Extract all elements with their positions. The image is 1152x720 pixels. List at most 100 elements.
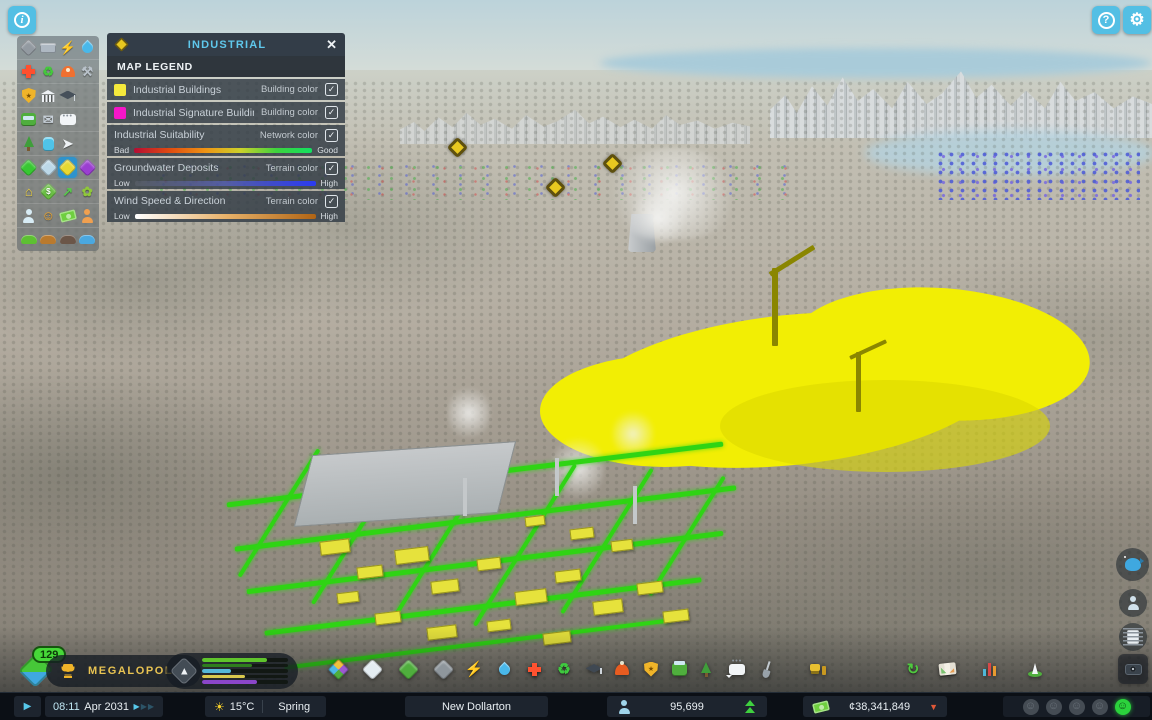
status-bar: ▶ 08:11 Apr 2031 ▶▶▶ ☀ 15°C Spring New D… xyxy=(0,692,1152,720)
oil-resources-infoview[interactable] xyxy=(78,229,97,250)
photo-mode-tool[interactable] xyxy=(1118,654,1148,684)
administration-infoview[interactable] xyxy=(39,85,58,106)
landscaping-tool[interactable] xyxy=(393,654,423,684)
legend-swatch xyxy=(114,84,126,96)
land-value-infoview[interactable]: $ xyxy=(39,181,58,202)
settings-button[interactable]: ⚙ xyxy=(1123,6,1151,34)
money-pill[interactable]: ¢38,341,849 ▼ xyxy=(803,696,947,717)
map-tiles-tool[interactable] xyxy=(932,654,962,684)
followed-citizen-icon xyxy=(1121,591,1145,615)
monuments-tool[interactable] xyxy=(1020,654,1050,684)
happiness-pill[interactable]: ☺ ☺ ☺ ☺ ☺ xyxy=(1003,696,1150,717)
scale-gradient xyxy=(135,214,316,219)
garbage-infoview[interactable]: ♻ xyxy=(39,61,58,82)
greenery-infoview[interactable]: ✿ xyxy=(78,181,97,202)
electricity-tool[interactable]: ⚡ xyxy=(459,654,489,684)
workers-infoview[interactable] xyxy=(78,205,97,226)
legend-checkbox[interactable]: ✓ xyxy=(325,83,338,96)
bulldozer-tool[interactable] xyxy=(803,654,833,684)
city-name: New Dollarton xyxy=(442,701,511,713)
electricity-infoview[interactable]: ⚡ xyxy=(58,37,77,58)
health-tool[interactable] xyxy=(519,654,549,684)
districts-infoview[interactable] xyxy=(39,157,58,178)
legend-item-mode: Building color xyxy=(261,84,318,95)
speed-arrow[interactable]: ▶ xyxy=(141,702,148,711)
legend-checkbox[interactable]: ✓ xyxy=(325,162,338,175)
terraforming-tool[interactable] xyxy=(752,654,782,684)
water-tank-infoview[interactable] xyxy=(39,133,58,154)
tourism-money-infoview[interactable] xyxy=(58,205,77,226)
game-date: Apr 2031 xyxy=(84,701,129,713)
population-up-icon xyxy=(742,699,758,715)
transport-tool[interactable] xyxy=(664,654,694,684)
roads-tool[interactable] xyxy=(428,654,458,684)
education-infoview[interactable] xyxy=(58,85,77,106)
city-name-pill[interactable]: New Dollarton xyxy=(405,696,548,717)
communications-tool[interactable] xyxy=(722,654,752,684)
transport-infoview[interactable] xyxy=(19,109,38,130)
healthcare-infoview[interactable] xyxy=(19,61,38,82)
water-tool[interactable] xyxy=(489,654,519,684)
statistics-tool[interactable] xyxy=(975,654,1005,684)
water-infoview[interactable] xyxy=(78,37,97,58)
police-tool[interactable]: ★ xyxy=(636,654,666,684)
info-icon: i xyxy=(14,12,30,28)
happiness-level[interactable]: ☺ xyxy=(1092,699,1108,715)
infoviews-button[interactable]: i xyxy=(8,6,36,34)
legend-checkbox[interactable]: ✓ xyxy=(325,129,338,142)
bridges-infoview[interactable] xyxy=(39,37,58,58)
legend-item-mode: Terrain color xyxy=(266,196,318,207)
maintenance-infoview[interactable]: ⚒ xyxy=(78,61,97,82)
economy-infoview[interactable]: ↗ xyxy=(58,181,77,202)
office-infoview[interactable] xyxy=(78,157,97,178)
fire-tool[interactable] xyxy=(607,654,637,684)
renew-tool[interactable]: ↻ xyxy=(898,654,928,684)
journal-button[interactable] xyxy=(1119,623,1147,651)
infoview-row: ☺ xyxy=(17,204,99,228)
play-button[interactable]: ▶ xyxy=(14,696,41,717)
routes-infoview[interactable]: ➤ xyxy=(58,133,77,154)
legend-checkbox[interactable]: ✓ xyxy=(325,106,338,119)
legend-checkbox[interactable]: ✓ xyxy=(325,195,338,208)
industrial-legend-panel: INDUSTRIAL ✕ MAP LEGEND Industrial Build… xyxy=(107,33,345,224)
parks-tool[interactable] xyxy=(691,654,721,684)
telecom-infoview[interactable] xyxy=(58,109,77,130)
districts-tool[interactable] xyxy=(357,654,387,684)
police-infoview[interactable]: ★ xyxy=(19,85,38,106)
main-toolbar: ⚡ ♻ ★ ↻ xyxy=(0,652,1152,688)
zones-infoview[interactable] xyxy=(19,157,38,178)
parks-infoview[interactable] xyxy=(19,133,38,154)
population-icon xyxy=(616,699,632,715)
speed-control[interactable]: ▶▶▶ xyxy=(134,702,155,711)
close-icon[interactable]: ✕ xyxy=(326,38,337,51)
garbage-tool[interactable]: ♻ xyxy=(549,654,579,684)
zoning-tool[interactable] xyxy=(323,654,353,684)
legend-item: Wind Speed & DirectionTerrain color✓LowH… xyxy=(107,191,345,222)
forest-resources-infoview[interactable] xyxy=(19,229,38,250)
help-button[interactable]: ? xyxy=(1092,6,1120,34)
game-viewport[interactable]: i ⚡♻⚒★✉➤⌂$↗✿☺ INDUSTRIAL ✕ MAP LEGEND In… xyxy=(0,0,1152,720)
population-infoview[interactable] xyxy=(19,205,38,226)
speed-arrow[interactable]: ▶ xyxy=(134,702,141,711)
industrial-infoview[interactable] xyxy=(58,157,77,178)
followed-citizen-button[interactable] xyxy=(1119,589,1147,617)
mail-infoview[interactable]: ✉ xyxy=(39,109,58,130)
education-tool[interactable] xyxy=(579,654,609,684)
happiness-level[interactable]: ☺ xyxy=(1069,699,1085,715)
ore-resources-infoview[interactable] xyxy=(58,229,77,250)
infoview-row xyxy=(17,156,99,180)
happiness-level-active[interactable]: ☺ xyxy=(1115,699,1131,715)
legend-item: Groundwater DepositsTerrain color✓LowHig… xyxy=(107,158,345,189)
speed-arrow[interactable]: ▶ xyxy=(148,702,155,711)
population-pill[interactable]: 95,699 xyxy=(607,696,767,717)
happiness-level[interactable]: ☺ xyxy=(1023,699,1039,715)
happiness-infoview[interactable]: ☺ xyxy=(39,205,58,226)
chirper-button[interactable] xyxy=(1116,548,1149,581)
residential-infoview[interactable]: ⌂ xyxy=(19,181,38,202)
happiness-level[interactable]: ☺ xyxy=(1046,699,1062,715)
fertile-land-infoview[interactable] xyxy=(39,229,58,250)
journal-icon xyxy=(1121,625,1145,649)
fire-infoview[interactable] xyxy=(58,61,77,82)
chirper-icon xyxy=(1121,553,1145,577)
roads-infoview[interactable] xyxy=(19,37,38,58)
